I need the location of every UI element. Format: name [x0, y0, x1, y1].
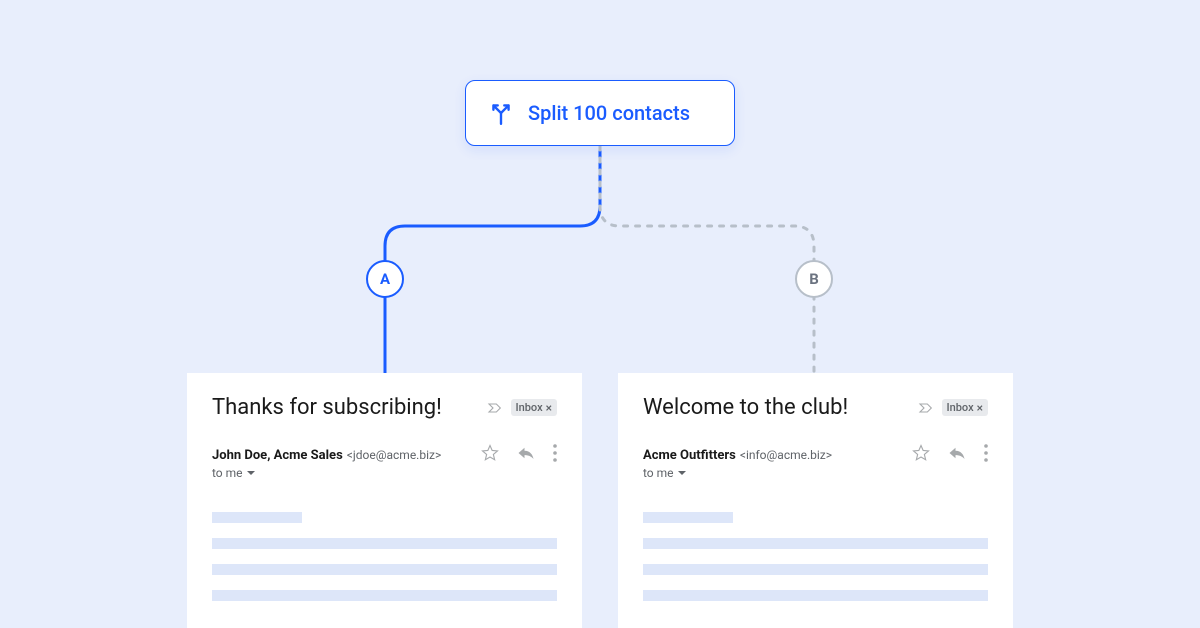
- email-body-placeholder: [212, 512, 557, 601]
- to-me-label: to me: [212, 466, 243, 480]
- email-preview-b: Welcome to the club! Inbox × Acme Outfit…: [618, 373, 1013, 628]
- inbox-tag[interactable]: Inbox ×: [942, 399, 988, 416]
- reply-icon[interactable]: [517, 444, 535, 462]
- more-icon[interactable]: [984, 444, 988, 462]
- split-label: Split 100 contacts: [528, 101, 690, 125]
- label-important-icon[interactable]: [487, 400, 503, 416]
- to-me-dropdown[interactable]: to me: [212, 466, 441, 480]
- variant-badge-b: B: [795, 260, 833, 298]
- variant-badge-a: A: [366, 260, 404, 298]
- chevron-down-icon: [678, 471, 686, 476]
- email-b-subject: Welcome to the club!: [643, 395, 848, 420]
- star-icon[interactable]: [912, 444, 930, 462]
- variant-b-label: B: [809, 270, 819, 288]
- variant-a-label: A: [380, 270, 390, 288]
- close-icon[interactable]: ×: [977, 402, 983, 414]
- to-me-label: to me: [643, 466, 674, 480]
- to-me-dropdown[interactable]: to me: [643, 466, 832, 480]
- reply-icon[interactable]: [948, 444, 966, 462]
- inbox-tag[interactable]: Inbox ×: [511, 399, 557, 416]
- inbox-tag-label: Inbox: [516, 401, 543, 414]
- sender-name: John Doe, Acme Sales: [212, 448, 343, 463]
- inbox-tag-label: Inbox: [947, 401, 974, 414]
- email-body-placeholder: [643, 512, 988, 601]
- sender-email: <jdoe@acme.biz>: [347, 448, 441, 462]
- close-icon[interactable]: ×: [546, 402, 552, 414]
- split-node[interactable]: Split 100 contacts: [465, 80, 735, 146]
- split-icon: [488, 100, 514, 126]
- chevron-down-icon: [247, 471, 255, 476]
- email-a-subject: Thanks for subscribing!: [212, 395, 442, 420]
- star-icon[interactable]: [481, 444, 499, 462]
- email-preview-a: Thanks for subscribing! Inbox × John Doe…: [187, 373, 582, 628]
- sender-email: <info@acme.biz>: [740, 448, 832, 462]
- sender-name: Acme Outfitters: [643, 448, 736, 463]
- more-icon[interactable]: [553, 444, 557, 462]
- label-important-icon[interactable]: [918, 400, 934, 416]
